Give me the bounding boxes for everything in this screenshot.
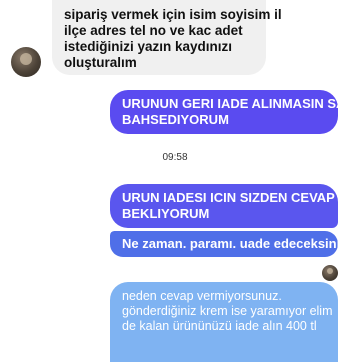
message-text-line: istediğinizi yazın kaydınızı [64,39,233,54]
message-text-line: ilçe adres tel no ve kac adet [64,23,243,38]
message-text-line: sipariş vermek için isim soyisim il [64,7,282,22]
message-text-line: oluşturalım [64,55,137,70]
message-timestamp: 09:58 [162,152,188,163]
message-text-line: gönderdiğiniz krem ise yaramıyor elim [122,304,333,318]
outgoing-message-bubble[interactable]: URUN IADESI ICIN SIZDEN CEVAP BEKLIYORUM [110,184,338,228]
outgoing-message-bubble[interactable]: Ne zaman. paramı. uade edeceksiniz [110,231,347,257]
message-text-line: BEKLIYORUM [122,206,210,221]
message-text-line: de kalan ürününüzü iade alın 400 tl [122,319,317,333]
seen-receipt-avatar [322,265,338,281]
message-text-line: BAHSEDIYORUM [122,112,229,127]
outgoing-message-bubble[interactable]: neden cevap vermiyorsunuz. gönderdiğiniz… [110,282,338,362]
message-text-line: URUNUN GERI IADE ALINMASIN SAN [122,96,350,111]
message-text-line: neden cevap vermiyorsunuz. [122,289,282,303]
message-text-line: URUN IADESI ICIN SIZDEN CEVAP [122,190,335,205]
message-text-line: Ne zaman. paramı. uade edeceksiniz [122,236,347,251]
outgoing-message-bubble[interactable]: URUNUN GERI IADE ALINMASIN SAN BAHSEDIYO… [110,90,350,134]
sender-avatar[interactable] [11,47,41,77]
incoming-message-bubble[interactable]: sipariş vermek için isim soyisim il ilçe… [52,0,282,75]
